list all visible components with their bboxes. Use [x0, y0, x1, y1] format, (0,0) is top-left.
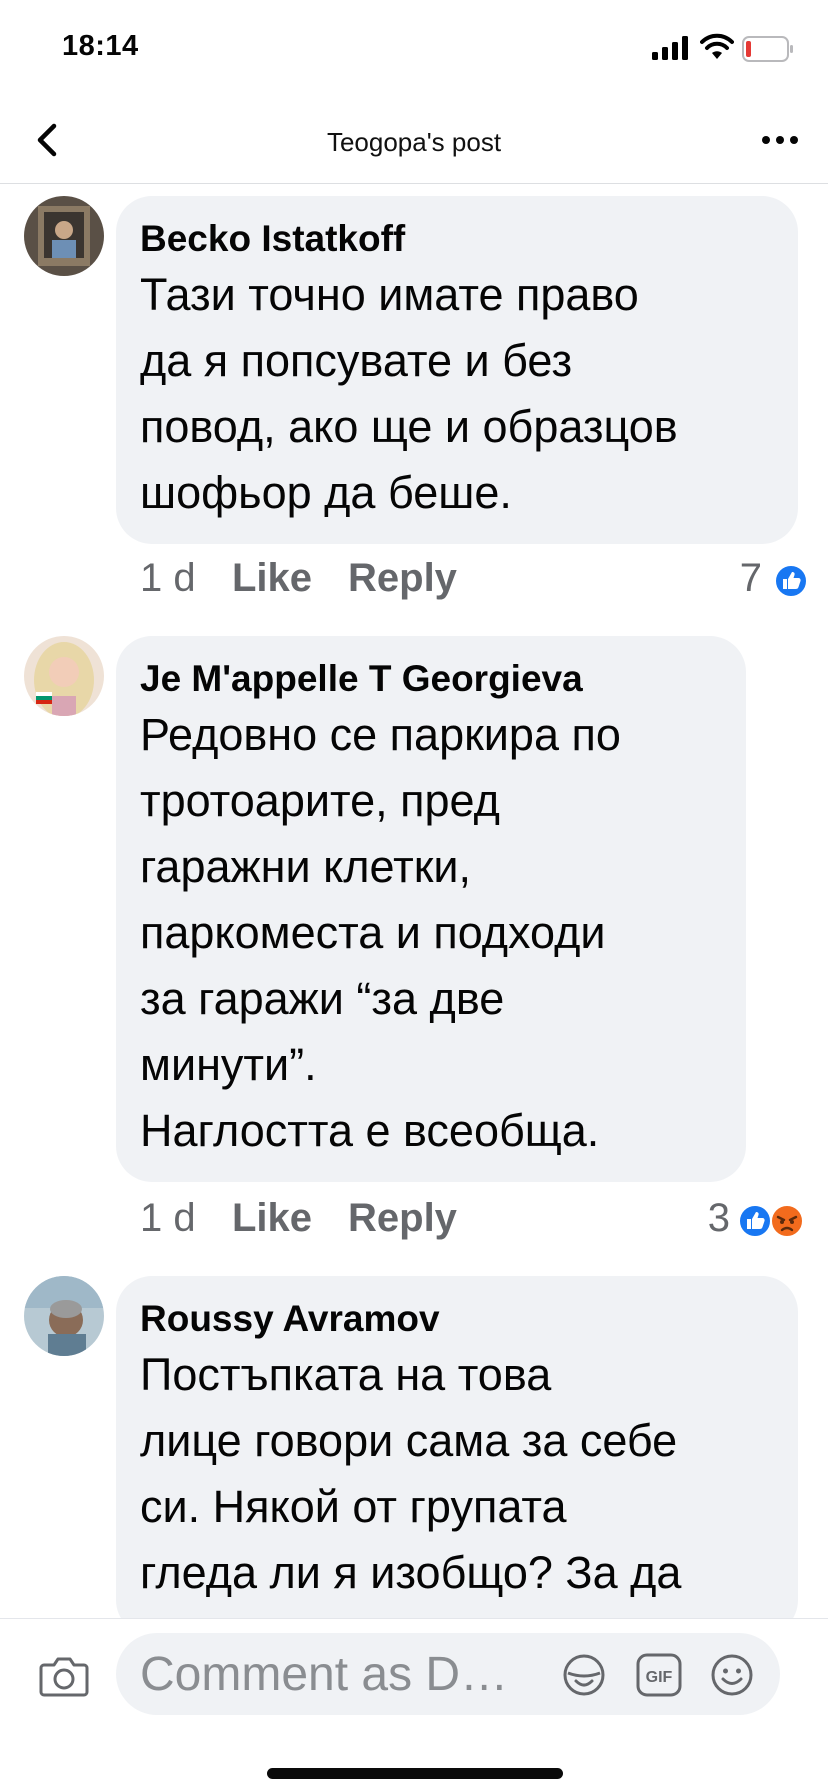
avatar[interactable] [24, 636, 104, 716]
comment-bubble[interactable]: Becko Istatkoff Тази точно имате право д… [116, 196, 798, 544]
wifi-icon [700, 33, 734, 59]
comment-bubble[interactable]: Roussy Avramov Постъпката на това лице г… [116, 1276, 798, 1636]
comment-text: Редовно се паркира по тротоарите, пред г… [140, 709, 621, 1156]
like-icon [774, 564, 808, 598]
comment-actions: 1 d Like Reply [140, 556, 457, 606]
comment-author[interactable]: Roussy Avramov [140, 1296, 774, 1342]
camera-icon[interactable] [38, 1651, 90, 1699]
reply-button[interactable]: Reply [348, 556, 457, 601]
reaction-summary[interactable]: 7 [730, 556, 808, 606]
more-options-icon[interactable] [760, 132, 800, 148]
post-header: Teogopa's post [0, 100, 828, 184]
status-time: 18:14 [62, 30, 139, 62]
comment-timestamp: 1 d [140, 556, 196, 600]
comment-placeholder: Comment as D… [140, 1648, 509, 1701]
gif-label: GIF [646, 1669, 673, 1686]
gif-icon[interactable]: GIF [636, 1653, 682, 1697]
cellular-signal-icon [652, 36, 688, 60]
comment-timestamp: 1 d [140, 1196, 196, 1240]
avatar[interactable] [24, 196, 104, 276]
emoji-icon[interactable] [710, 1653, 754, 1697]
like-button[interactable]: Like [232, 556, 312, 601]
avatar[interactable] [24, 1276, 104, 1356]
comment-text: Тази точно имате право да я попсувате и … [140, 269, 678, 518]
status-bar: 18:14 [0, 0, 828, 100]
comment-author[interactable]: Becko Istatkoff [140, 216, 774, 262]
comment-author[interactable]: Je M'appelle T Georgieva [140, 656, 722, 702]
home-indicator [267, 1768, 563, 1779]
comment-input[interactable]: Comment as D… GIF [116, 1633, 780, 1715]
comment-bubble[interactable]: Je M'appelle T Georgieva Редовно се парк… [116, 636, 746, 1182]
sticker-icon[interactable] [562, 1653, 606, 1697]
comment-text: Постъпката на това лице говори сама за с… [140, 1349, 682, 1598]
angry-icon [770, 1204, 804, 1238]
page-title: Teogopa's post [326, 127, 502, 157]
reply-button[interactable]: Reply [348, 1196, 457, 1241]
comment-composer: Comment as D… GIF [0, 1618, 828, 1792]
like-icon [738, 1204, 772, 1238]
reaction-summary[interactable]: 3 [700, 1196, 806, 1246]
reaction-count: 3 [707, 1196, 730, 1240]
battery-icon [742, 36, 793, 62]
reaction-count: 7 [739, 556, 762, 600]
comment-actions: 1 d Like Reply [140, 1196, 457, 1246]
like-button[interactable]: Like [232, 1196, 312, 1241]
